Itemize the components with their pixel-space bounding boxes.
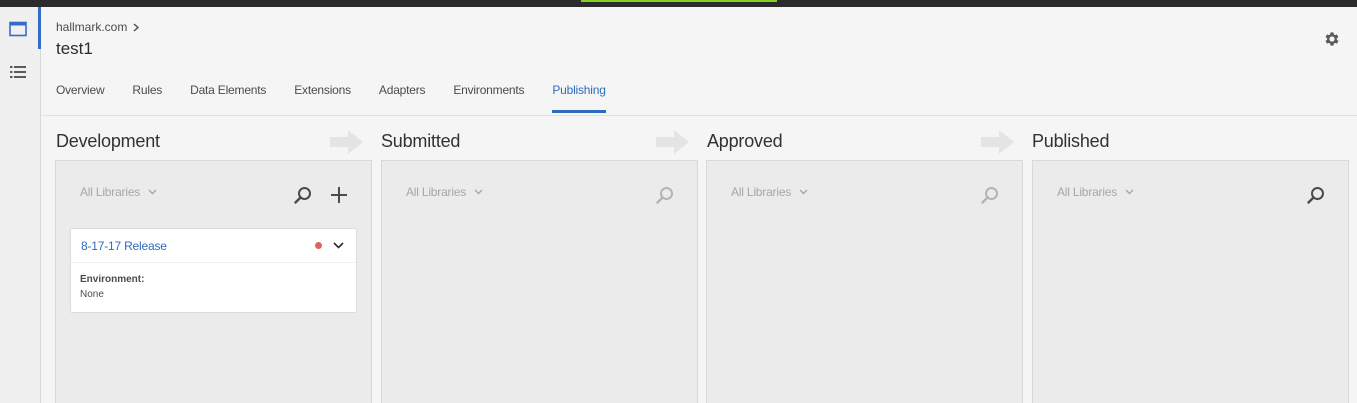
library-filter-label: All Libraries — [731, 185, 792, 199]
tab-environments[interactable]: Environments — [453, 83, 524, 113]
library-filter-label: All Libraries — [1057, 185, 1118, 199]
tab-rules[interactable]: Rules — [132, 83, 162, 113]
page-title: test1 — [56, 39, 93, 58]
library-card-header: 8-17-17 Release — [71, 229, 356, 263]
library-filter-dropdown[interactable]: All Libraries — [406, 185, 483, 199]
top-bar — [0, 0, 1357, 7]
search-icon[interactable] — [1307, 186, 1325, 204]
library-name-link[interactable]: 8-17-17 Release — [81, 239, 167, 253]
chevron-down-icon — [474, 189, 483, 195]
top-progress-indicator — [581, 0, 777, 2]
environment-label: Environment: — [80, 274, 145, 285]
breadcrumb-company-link[interactable]: hallmark.com — [56, 20, 127, 34]
column-title-development: Development — [56, 131, 160, 151]
chevron-down-icon[interactable] — [333, 241, 344, 250]
window-icon[interactable] — [9, 21, 27, 37]
chevron-down-icon — [1125, 189, 1134, 195]
library-filter-dropdown[interactable]: All Libraries — [80, 185, 157, 199]
search-icon[interactable] — [656, 186, 674, 204]
tab-data-elements[interactable]: Data Elements — [190, 83, 266, 113]
arrow-right-icon — [656, 130, 689, 154]
breadcrumb: hallmark.com — [56, 20, 140, 34]
column-title-published: Published — [1032, 131, 1110, 151]
library-status-dot — [315, 242, 322, 249]
chevron-right-icon — [133, 22, 140, 32]
library-filter-dropdown[interactable]: All Libraries — [731, 185, 808, 199]
environment-value: None — [80, 289, 104, 300]
column-title-approved: Approved — [707, 131, 783, 151]
property-header: hallmark.com test1 Overview Rules Data E… — [41, 7, 1357, 116]
column-title-submitted: Submitted — [381, 131, 461, 151]
library-card[interactable]: 8-17-17 Release Environment: None — [70, 228, 357, 313]
lane-published: All Libraries — [1032, 160, 1349, 403]
lane-development: All Libraries 8-17-17 Release Environmen… — [55, 160, 372, 403]
tab-adapters[interactable]: Adapters — [379, 83, 426, 113]
tab-publishing[interactable]: Publishing — [552, 83, 607, 113]
tab-extensions[interactable]: Extensions — [294, 83, 351, 113]
tab-bar: Overview Rules Data Elements Extensions … — [56, 83, 634, 113]
search-icon[interactable] — [294, 186, 312, 204]
lane-approved: All Libraries — [706, 160, 1023, 403]
gear-icon[interactable] — [1323, 30, 1341, 48]
library-filter-label: All Libraries — [406, 185, 467, 199]
left-rail — [0, 7, 41, 403]
search-icon[interactable] — [981, 186, 999, 204]
add-library-icon[interactable] — [330, 186, 348, 204]
lane-submitted: All Libraries — [381, 160, 698, 403]
library-filter-dropdown[interactable]: All Libraries — [1057, 185, 1134, 199]
arrow-right-icon — [981, 130, 1014, 154]
tab-overview[interactable]: Overview — [56, 83, 105, 113]
chevron-down-icon — [799, 189, 808, 195]
list-icon[interactable] — [9, 64, 27, 80]
chevron-down-icon — [148, 189, 157, 195]
library-filter-label: All Libraries — [80, 185, 141, 199]
arrow-right-icon — [330, 130, 363, 154]
